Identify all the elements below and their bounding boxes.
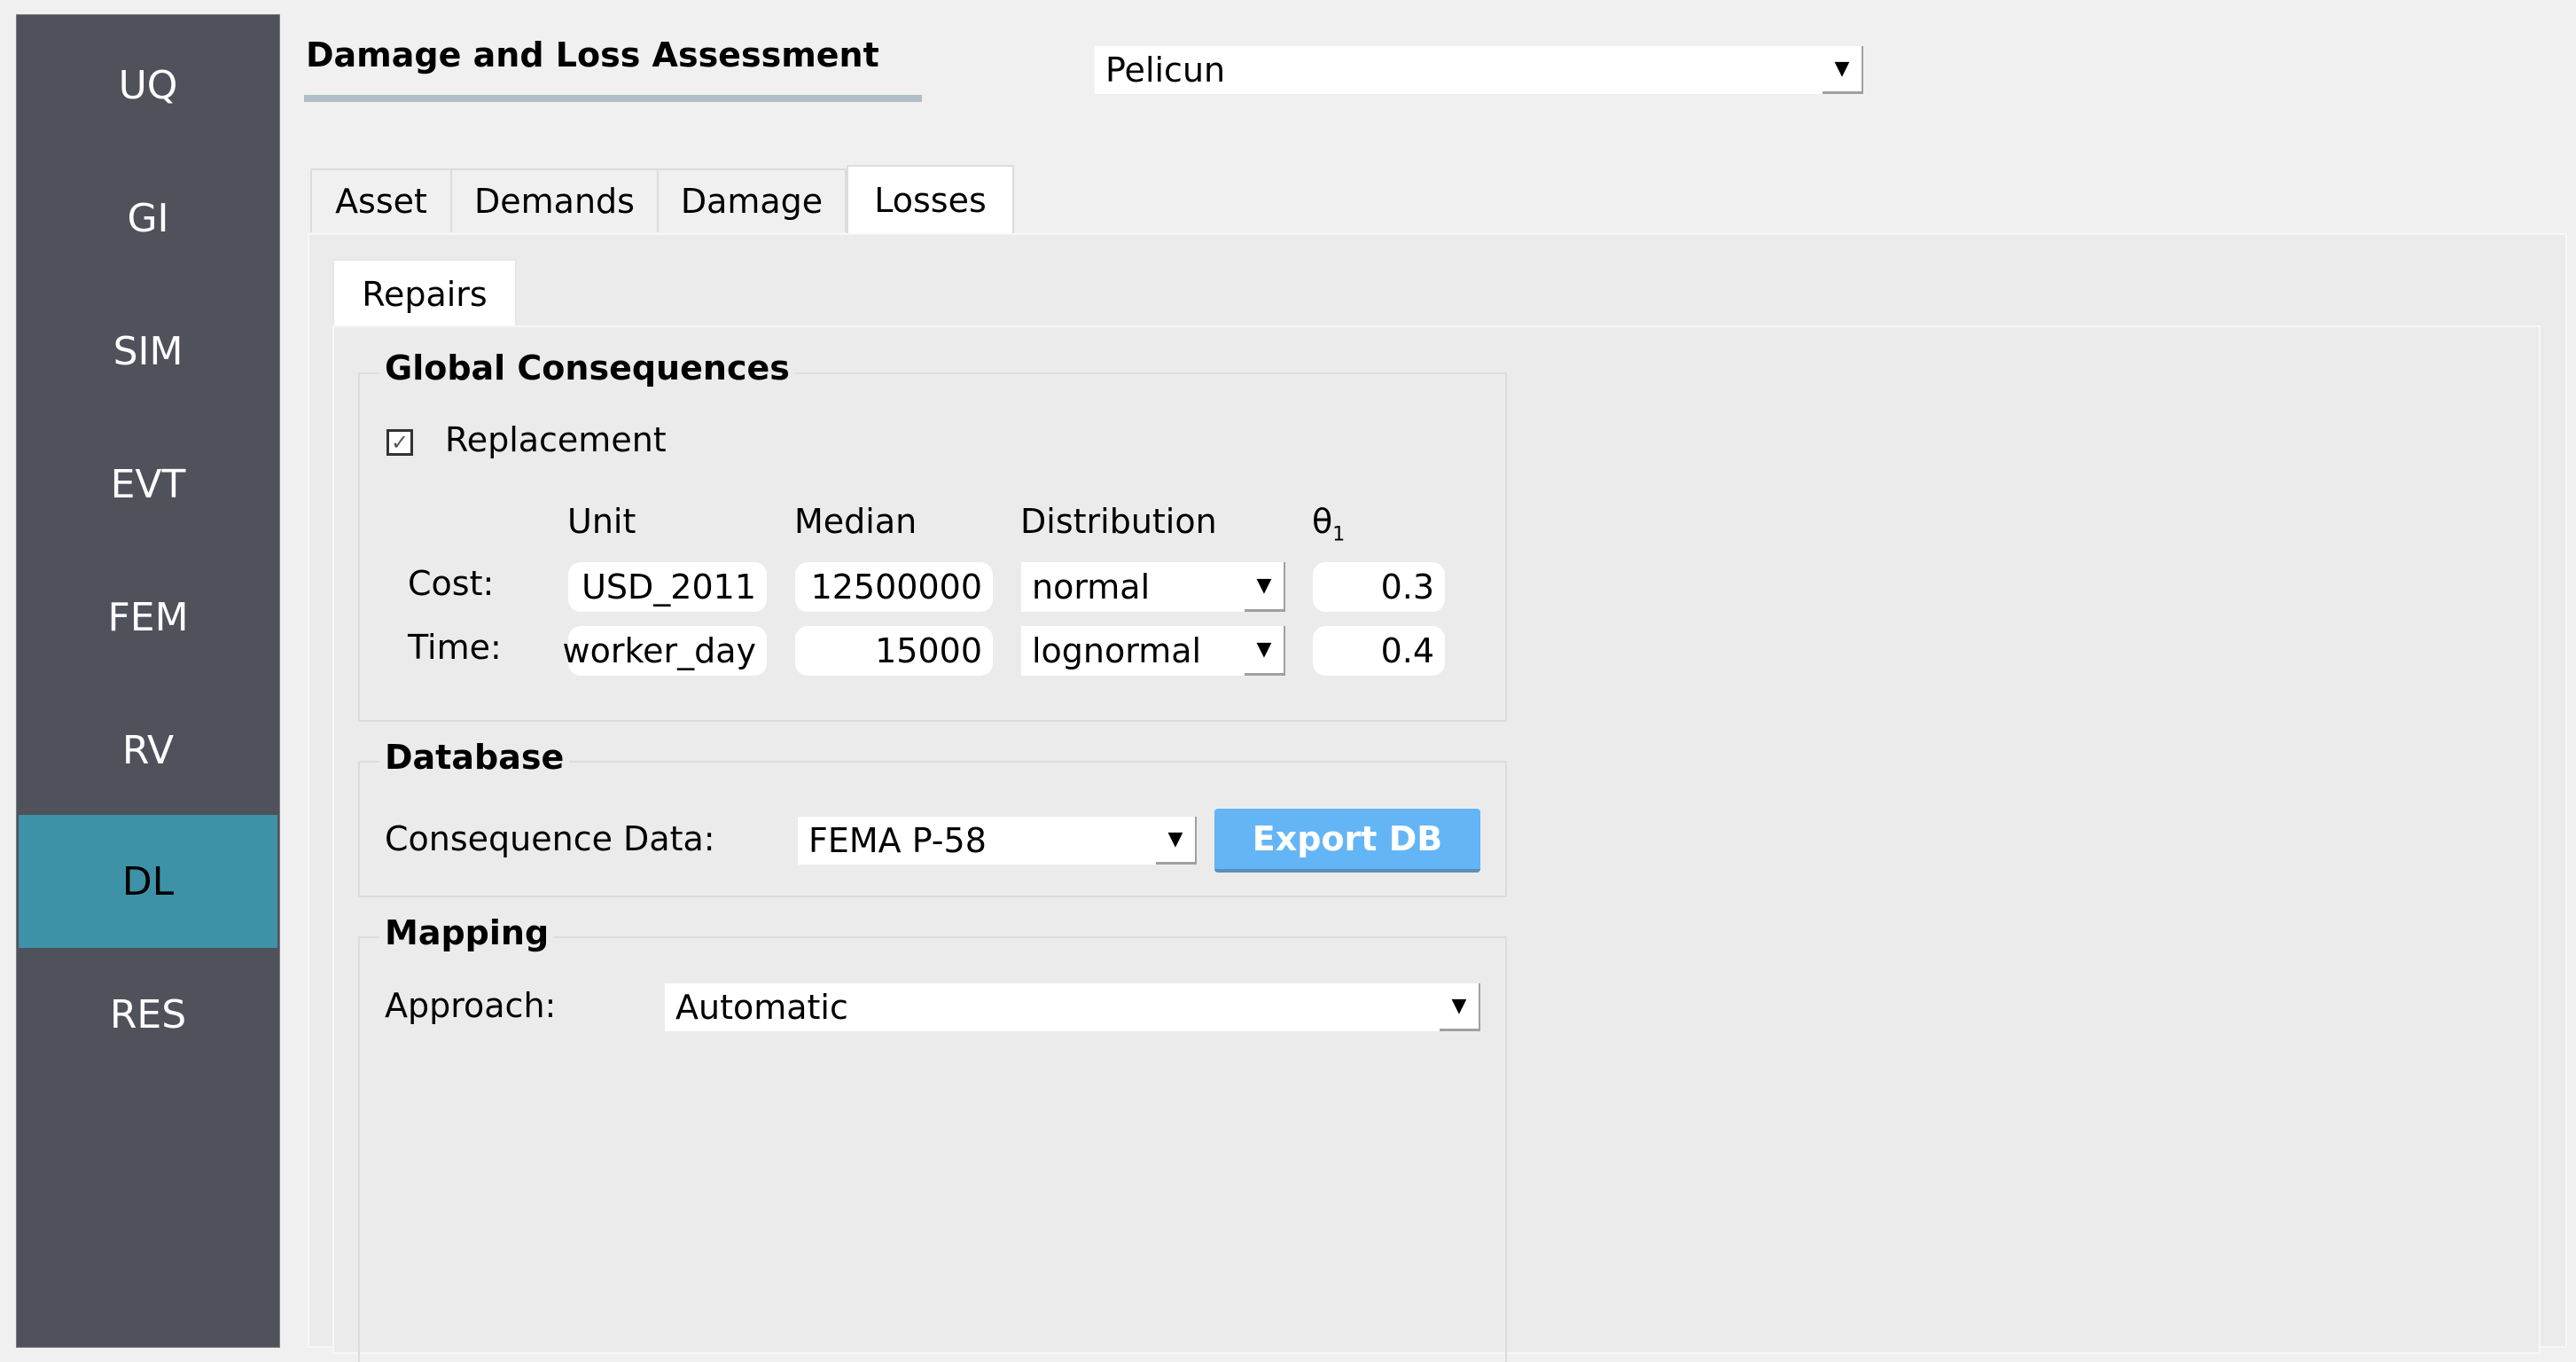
sidebar-item-label: RV: [121, 727, 175, 773]
sidebar-item-label: GI: [127, 195, 169, 241]
approach-select[interactable]: Automatic ▼: [665, 983, 1480, 1031]
col-header-theta: θ1: [1312, 502, 1345, 546]
theta-subscript: 1: [1332, 523, 1346, 546]
sidebar-item-label: UQ: [118, 62, 178, 108]
select-value: FEMA P-58: [808, 821, 987, 860]
engine-select-value: Pelicun: [1105, 51, 1226, 90]
title-underline: [304, 95, 922, 102]
tab-label: Repairs: [362, 274, 488, 314]
field-value: USD_2011: [582, 568, 756, 607]
field-value: worker_day: [562, 631, 757, 670]
select-value: lognormal: [1032, 631, 1202, 670]
page-title: Damage and Loss Assessment: [306, 35, 879, 74]
tab-label: Demands: [474, 182, 635, 221]
cost-unit-field[interactable]: USD_2011: [568, 562, 767, 612]
global-consequences-title: Global Consequences: [379, 348, 795, 387]
sidebar-item-evt[interactable]: EVT: [19, 418, 277, 551]
chevron-down-icon[interactable]: ▼: [1823, 46, 1863, 94]
chevron-down-icon[interactable]: ▼: [1245, 562, 1285, 612]
tab-label: Asset: [335, 182, 427, 221]
sidebar: UQ GI SIM EVT FEM RV DL RES: [16, 14, 280, 1348]
sidebar-item-rv[interactable]: RV: [19, 684, 277, 817]
field-value: 12500000: [810, 568, 982, 607]
tab-label: Damage: [680, 182, 824, 221]
approach-label: Approach:: [385, 986, 557, 1025]
tab-losses[interactable]: Losses: [847, 165, 1014, 234]
theta-symbol: θ: [1312, 502, 1333, 541]
field-value: 0.3: [1380, 568, 1434, 607]
consequence-data-select[interactable]: FEMA P-58 ▼: [798, 817, 1197, 865]
field-value: 0.4: [1380, 631, 1434, 670]
replacement-checkbox[interactable]: ✓: [386, 429, 413, 456]
sidebar-item-label: SIM: [113, 328, 183, 374]
sidebar-item-fem[interactable]: FEM: [19, 551, 277, 684]
database-title: Database: [379, 738, 570, 777]
cost-theta-field[interactable]: 0.3: [1313, 562, 1445, 612]
tab-label: Losses: [874, 181, 987, 220]
col-header-distribution: Distribution: [1020, 502, 1217, 541]
chevron-down-icon[interactable]: ▼: [1156, 817, 1197, 865]
cost-distribution-select[interactable]: normal ▼: [1021, 562, 1285, 612]
tab-demands[interactable]: Demands: [450, 168, 659, 232]
consequence-data-label: Consequence Data:: [385, 819, 715, 858]
select-value: normal: [1032, 568, 1151, 607]
time-median-field[interactable]: 15000: [795, 626, 993, 676]
time-theta-field[interactable]: 0.4: [1313, 626, 1445, 676]
select-value: Automatic: [675, 988, 848, 1027]
sidebar-item-gi[interactable]: GI: [19, 152, 277, 285]
export-db-button[interactable]: Export DB: [1214, 809, 1480, 873]
tab-damage[interactable]: Damage: [657, 168, 847, 232]
sidebar-item-dl[interactable]: DL: [19, 815, 277, 948]
subtab-repairs[interactable]: Repairs: [332, 259, 517, 327]
sidebar-item-label: FEM: [107, 594, 189, 640]
chevron-down-icon[interactable]: ▼: [1245, 626, 1285, 676]
sidebar-item-label: DL: [121, 858, 175, 904]
mapping-title: Mapping: [379, 913, 555, 952]
cost-row-label: Cost:: [408, 564, 495, 603]
engine-select[interactable]: Pelicun ▼: [1095, 46, 1863, 94]
tab-asset[interactable]: Asset: [310, 168, 452, 232]
col-header-unit: Unit: [567, 502, 636, 541]
time-unit-field[interactable]: worker_day: [563, 626, 767, 676]
sidebar-item-uq[interactable]: UQ: [19, 19, 277, 152]
sidebar-item-label: EVT: [110, 461, 186, 507]
cost-median-field[interactable]: 12500000: [795, 562, 993, 612]
sidebar-item-label: RES: [109, 991, 187, 1037]
field-value: 15000: [875, 631, 982, 670]
chevron-down-icon[interactable]: ▼: [1440, 983, 1480, 1031]
replacement-label: Replacement: [445, 420, 667, 459]
col-header-median: Median: [794, 502, 917, 541]
sidebar-item-res[interactable]: RES: [19, 948, 277, 1081]
time-distribution-select[interactable]: lognormal ▼: [1021, 626, 1285, 676]
check-icon: ✓: [390, 430, 410, 455]
sidebar-item-sim[interactable]: SIM: [19, 285, 277, 418]
time-row-label: Time:: [408, 628, 502, 667]
